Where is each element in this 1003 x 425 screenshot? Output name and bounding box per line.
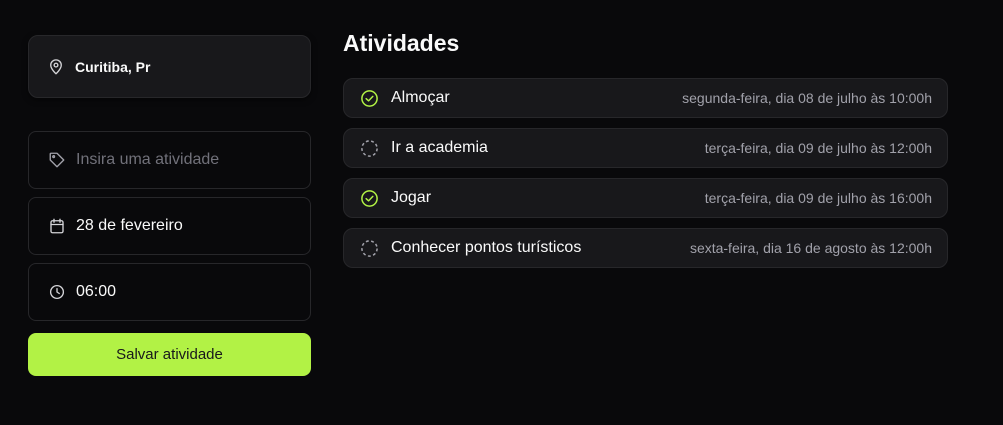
location-card: Curitiba, Pr	[28, 35, 311, 98]
activity-date: sexta-feira, dia 16 de agosto às 12:00h	[689, 240, 932, 256]
activity-field[interactable]	[28, 131, 311, 189]
app-root: Curitiba, Pr 28 de fevereiro	[0, 0, 1003, 425]
activity-date: terça-feira, dia 09 de julho às 12:00h	[704, 140, 932, 156]
activity-input[interactable]	[76, 151, 296, 169]
activity-name: Ir a academia	[391, 139, 488, 156]
activity-item[interactable]: Conhecer pontos turísticos sexta-feira, …	[343, 228, 948, 268]
activity-list: Almoçar segunda-feira, dia 08 de julho à…	[343, 78, 948, 278]
check-circle-icon[interactable]	[360, 89, 379, 108]
calendar-icon	[48, 217, 66, 235]
tag-icon	[48, 151, 66, 169]
date-value: 28 de fevereiro	[76, 217, 183, 234]
dashed-circle-icon[interactable]	[360, 139, 379, 158]
activity-date: terça-feira, dia 09 de julho às 16:00h	[704, 190, 932, 206]
dashed-circle-icon[interactable]	[360, 239, 379, 258]
save-activity-button[interactable]: Salvar atividade	[28, 333, 311, 376]
map-pin-icon	[47, 58, 65, 76]
activity-item[interactable]: Ir a academia terça-feira, dia 09 de jul…	[343, 128, 948, 168]
activity-item[interactable]: Jogar terça-feira, dia 09 de julho às 16…	[343, 178, 948, 218]
activity-name: Conhecer pontos turísticos	[391, 239, 582, 256]
location-label: Curitiba, Pr	[75, 58, 151, 75]
time-value: 06:00	[76, 283, 117, 300]
clock-icon	[48, 283, 66, 301]
time-field[interactable]: 06:00	[28, 263, 311, 321]
activity-date: segunda-feira, dia 08 de julho às 10:00h	[682, 90, 932, 106]
activity-item[interactable]: Almoçar segunda-feira, dia 08 de julho à…	[343, 78, 948, 118]
check-circle-icon[interactable]	[360, 189, 379, 208]
activity-name: Jogar	[391, 189, 432, 206]
date-field[interactable]: 28 de fevereiro	[28, 197, 311, 255]
page-title: Atividades	[343, 30, 460, 56]
activity-name: Almoçar	[391, 89, 450, 106]
